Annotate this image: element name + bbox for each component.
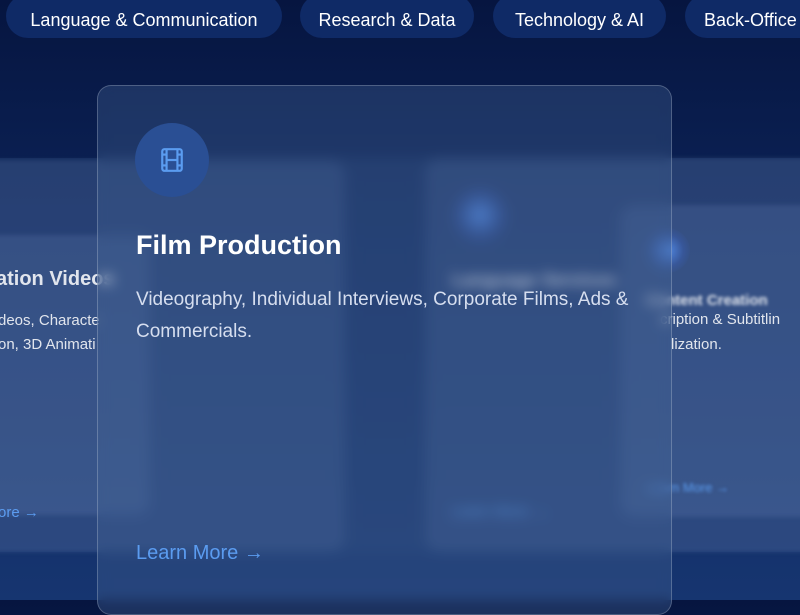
tab-language-communication[interactable]: Language & Communication [6, 0, 282, 38]
tab-back-office[interactable]: Back-Office [685, 0, 800, 38]
tab-technology-ai[interactable]: Technology & AI [493, 0, 666, 38]
film-icon [159, 147, 185, 173]
film-production-card[interactable]: Film Production Videography, Individual … [97, 85, 672, 615]
left-card-desc-2: on, 3D Animati [0, 336, 96, 353]
left-card-link[interactable]: ore → [0, 504, 39, 521]
category-tabs: Language & Communication Research & Data… [0, 0, 800, 38]
right-card-content-desc-1: cription & Subtitlin [660, 311, 780, 328]
card-description: Videography, Individual Interviews, Corp… [136, 284, 636, 348]
tab-research-data[interactable]: Research & Data [300, 0, 474, 38]
right-card-content-desc-2: lization. [671, 336, 722, 353]
card-title: Film Production [136, 230, 342, 261]
learn-more-link[interactable]: Learn More → [136, 542, 264, 565]
icon-circle [135, 123, 209, 197]
left-card-desc-1: deos, Characte [0, 312, 100, 329]
